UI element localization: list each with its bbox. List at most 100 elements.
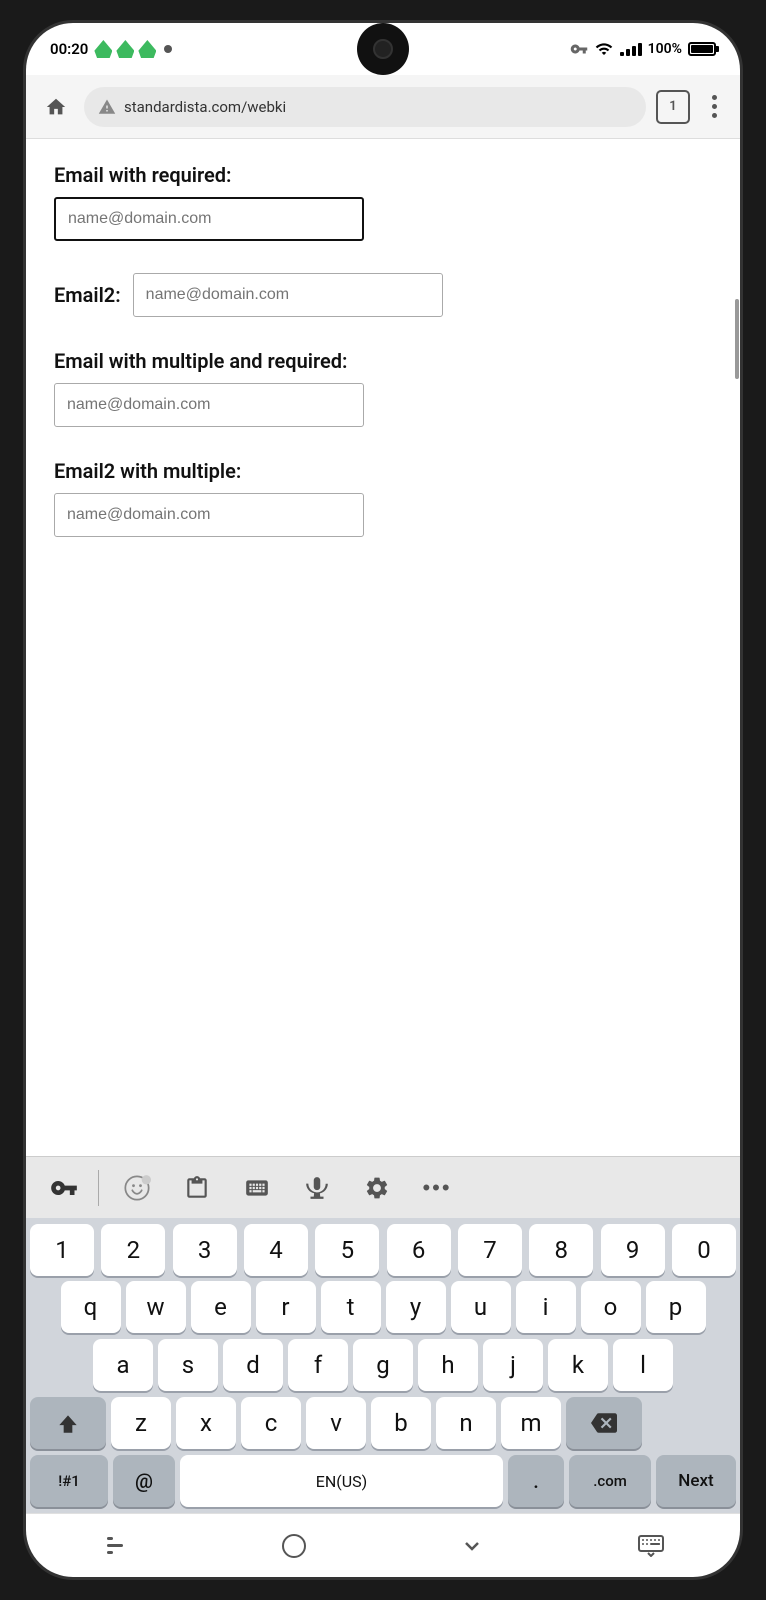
key-v[interactable]: v (306, 1397, 366, 1449)
key-d[interactable]: d (223, 1339, 283, 1391)
signal-bars (620, 43, 642, 56)
nav-back-button[interactable] (85, 1524, 145, 1568)
battery-percent: 100% (648, 41, 682, 57)
email2-input[interactable] (133, 273, 443, 317)
key-a[interactable]: a (93, 1339, 153, 1391)
android-icon-3 (138, 40, 156, 58)
notification-dot (164, 45, 172, 53)
at-label: @ (135, 1469, 153, 1493)
key-o[interactable]: o (581, 1281, 641, 1333)
phone-frame: 00:20 (23, 20, 743, 1580)
next-label: Next (678, 1471, 713, 1491)
tab-count: 1 (669, 99, 676, 114)
email-required-input[interactable] (54, 197, 364, 241)
key-w[interactable]: w (126, 1281, 186, 1333)
symbols-key[interactable]: !#1 (30, 1455, 108, 1507)
email2-section: Email2: (54, 273, 712, 317)
email-required-section: Email with required: (54, 163, 712, 241)
key-j[interactable]: j (483, 1339, 543, 1391)
battery-icon (688, 42, 716, 56)
key-p[interactable]: p (646, 1281, 706, 1333)
tab-button[interactable]: 1 (656, 90, 690, 124)
key-l[interactable]: l (613, 1339, 673, 1391)
at-key[interactable]: @ (113, 1455, 175, 1507)
address-bar[interactable]: standardista.com/webki (84, 87, 646, 127)
number-row: 1 2 3 4 5 6 7 8 9 0 (26, 1218, 740, 1278)
menu-dot-1 (712, 95, 717, 100)
symbols-label: !#1 (58, 1472, 80, 1490)
nav-home-button[interactable] (264, 1524, 324, 1568)
key-z[interactable]: z (111, 1397, 171, 1449)
key-t[interactable]: t (321, 1281, 381, 1333)
key-1[interactable]: 1 (30, 1224, 94, 1276)
key-i[interactable]: i (516, 1281, 576, 1333)
key-7[interactable]: 7 (458, 1224, 522, 1276)
key-y[interactable]: y (386, 1281, 446, 1333)
key-toolbar-icon (42, 1166, 86, 1210)
key-k[interactable]: k (548, 1339, 608, 1391)
dotcom-key[interactable]: .com (569, 1455, 651, 1507)
email2-multiple-section: Email2 with multiple: (54, 459, 712, 537)
nav-circle-icon (282, 1534, 306, 1558)
field1-label: Email with required: (54, 163, 712, 187)
key-0[interactable]: 0 (672, 1224, 736, 1276)
key-r[interactable]: r (256, 1281, 316, 1333)
key-e[interactable]: e (191, 1281, 251, 1333)
qwerty-row: q w e r t y u i o p (26, 1278, 740, 1336)
warning-icon (98, 98, 116, 116)
key-s[interactable]: s (158, 1339, 218, 1391)
email-multiple-required-input[interactable] (54, 383, 364, 427)
dot-label: . (533, 1469, 539, 1493)
menu-button[interactable] (700, 89, 728, 125)
key-x[interactable]: x (176, 1397, 236, 1449)
key-3[interactable]: 3 (173, 1224, 237, 1276)
nav-chevron-button[interactable] (442, 1524, 502, 1568)
shift-key[interactable] (30, 1397, 106, 1449)
settings-icon (364, 1175, 390, 1201)
emoji-button[interactable] (111, 1164, 163, 1212)
key-8[interactable]: 8 (529, 1224, 593, 1276)
more-button[interactable]: ••• (411, 1164, 463, 1212)
browser-bar: standardista.com/webki 1 (26, 75, 740, 139)
scrollbar-track (734, 139, 740, 1156)
dot-key[interactable]: . (508, 1455, 564, 1507)
mic-button[interactable] (291, 1164, 343, 1212)
key-9[interactable]: 9 (601, 1224, 665, 1276)
key-u[interactable]: u (451, 1281, 511, 1333)
scrollbar-thumb[interactable] (735, 299, 739, 379)
dotcom-label: .com (593, 1472, 627, 1490)
content-area: Email with required: Email2: Email with … (26, 139, 740, 1156)
key-q[interactable]: q (61, 1281, 121, 1333)
key-6[interactable]: 6 (387, 1224, 451, 1276)
key-c[interactable]: c (241, 1397, 301, 1449)
key-h[interactable]: h (418, 1339, 478, 1391)
settings-button[interactable] (351, 1164, 403, 1212)
field3-label: Email with multiple and required: (54, 349, 712, 373)
more-dots: ••• (422, 1175, 451, 1201)
key-2[interactable]: 2 (101, 1224, 165, 1276)
key-m[interactable]: m (501, 1397, 561, 1449)
nav-lines-icon (107, 1537, 123, 1554)
battery-indicator (688, 42, 716, 56)
nav-keyboard-hide-button[interactable] (621, 1524, 681, 1568)
key-f[interactable]: f (288, 1339, 348, 1391)
keyboard-button[interactable] (231, 1164, 283, 1212)
email2-multiple-input[interactable] (54, 493, 364, 537)
status-left: 00:20 (50, 40, 172, 58)
menu-dot-3 (712, 113, 717, 118)
wifi-icon (594, 40, 614, 58)
toolbar-separator (98, 1170, 99, 1206)
key-b[interactable]: b (371, 1397, 431, 1449)
next-key[interactable]: Next (656, 1455, 736, 1507)
key-4[interactable]: 4 (244, 1224, 308, 1276)
key-5[interactable]: 5 (315, 1224, 379, 1276)
status-bar: 00:20 (26, 23, 740, 75)
backspace-key[interactable] (566, 1397, 642, 1449)
key-n[interactable]: n (436, 1397, 496, 1449)
space-key[interactable]: EN(US) (180, 1455, 503, 1507)
key-g[interactable]: g (353, 1339, 413, 1391)
email-multiple-required-section: Email with multiple and required: (54, 349, 712, 427)
time: 00:20 (50, 40, 88, 58)
home-button[interactable] (38, 89, 74, 125)
clipboard-button[interactable] (171, 1164, 223, 1212)
